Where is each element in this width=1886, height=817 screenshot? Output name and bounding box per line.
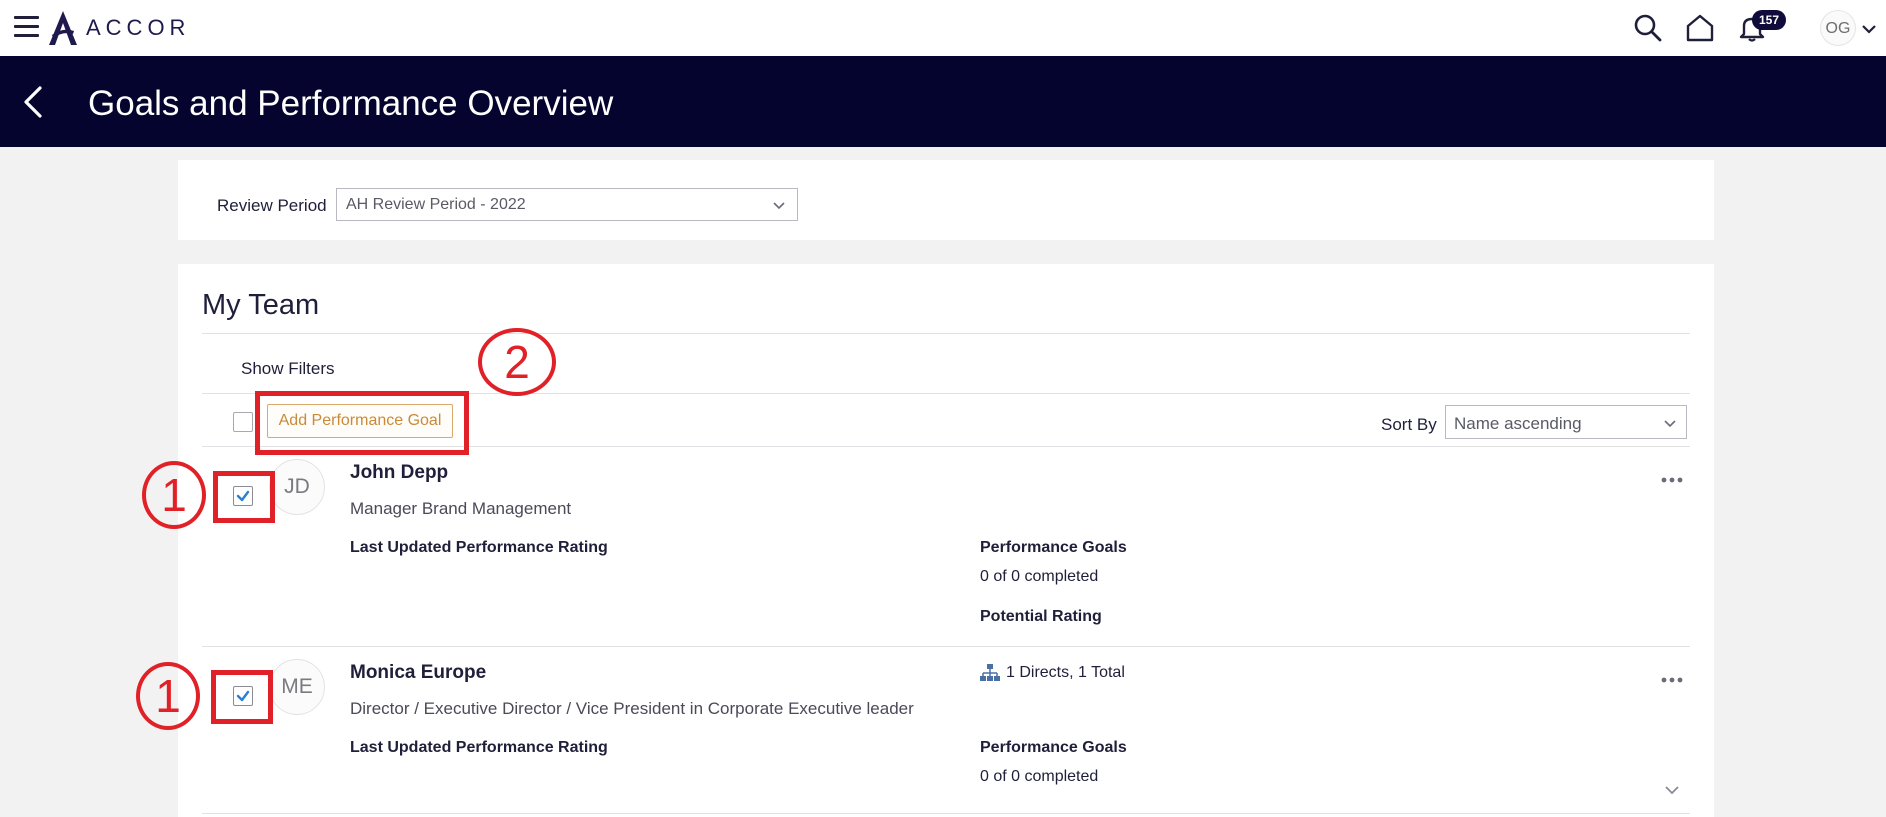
review-period-label: Review Period xyxy=(217,196,327,215)
member-role: Director / Executive Director / Vice Pre… xyxy=(350,699,914,718)
performance-goals-label: Performance Goals xyxy=(980,539,1127,556)
select-all-checkbox[interactable] xyxy=(233,412,253,432)
user-avatar[interactable]: OG xyxy=(1820,10,1856,46)
performance-goals-label: Performance Goals xyxy=(980,739,1127,756)
team-title: My Team xyxy=(202,289,320,321)
annotation-step-one: 1 xyxy=(142,461,206,529)
last-rating-label: Last Updated Performance Rating xyxy=(350,539,608,556)
sort-by-select[interactable]: Name ascending xyxy=(1445,405,1687,439)
divider xyxy=(202,813,1690,814)
show-filters-link[interactable]: Show Filters xyxy=(241,359,335,379)
divider xyxy=(202,333,1690,334)
page-header: Goals and Performance Overview xyxy=(0,56,1886,147)
chevron-down-icon[interactable] xyxy=(1860,20,1878,38)
accor-logo[interactable]: ACCOR xyxy=(46,8,190,48)
home-icon[interactable] xyxy=(1684,12,1716,44)
page-title: Goals and Performance Overview xyxy=(88,84,614,123)
my-team-card: My Team Show Filters Add Performance Goa… xyxy=(178,264,1714,817)
chevron-down-icon xyxy=(773,202,785,210)
sort-by-label: Sort By xyxy=(1381,415,1437,434)
performance-goals-value[interactable]: 0 of 0 completed xyxy=(980,768,1098,786)
member-role: Manager Brand Management xyxy=(350,499,572,518)
divider xyxy=(202,646,1690,647)
directs-count: 1 Directs, 1 Total xyxy=(1006,664,1125,681)
review-period-card: Review Period AH Review Period - 2022 xyxy=(178,160,1714,240)
member-avatar[interactable]: JD xyxy=(269,459,325,515)
org-chart-icon xyxy=(980,664,1000,681)
member-avatar[interactable]: ME xyxy=(269,659,325,715)
hamburger-menu-icon[interactable] xyxy=(14,16,39,38)
chevron-down-icon xyxy=(1664,420,1676,428)
more-options-icon[interactable] xyxy=(1658,670,1686,690)
annotation-highlight-box xyxy=(213,471,275,523)
annotation-step-one: 1 xyxy=(136,662,200,730)
review-period-select[interactable]: AH Review Period - 2022 xyxy=(336,188,798,221)
performance-goals-value[interactable]: 0 of 0 completed xyxy=(980,568,1098,586)
accor-logo-mark xyxy=(49,11,77,45)
last-rating-label: Last Updated Performance Rating xyxy=(350,739,608,756)
member-name[interactable]: Monica Europe xyxy=(350,662,486,684)
review-period-value: AH Review Period - 2022 xyxy=(346,196,526,213)
sort-by-value: Name ascending xyxy=(1454,414,1582,433)
search-icon[interactable] xyxy=(1632,12,1664,44)
annotation-highlight-box xyxy=(211,670,273,724)
back-arrow-icon[interactable] xyxy=(20,82,46,122)
directs-link[interactable]: 1 Directs, 1 Total xyxy=(980,663,1125,683)
top-bar: ACCOR 157 OG xyxy=(0,0,1886,56)
annotation-step-two: 2 xyxy=(478,328,556,396)
potential-rating-label: Potential Rating xyxy=(980,608,1102,625)
more-options-icon[interactable] xyxy=(1658,470,1686,490)
notification-badge: 157 xyxy=(1752,10,1786,30)
member-name[interactable]: John Depp xyxy=(350,462,448,484)
expand-chevron-icon[interactable] xyxy=(1661,779,1683,801)
annotation-highlight-box xyxy=(255,391,469,455)
brand-name: ACCOR xyxy=(86,15,191,40)
